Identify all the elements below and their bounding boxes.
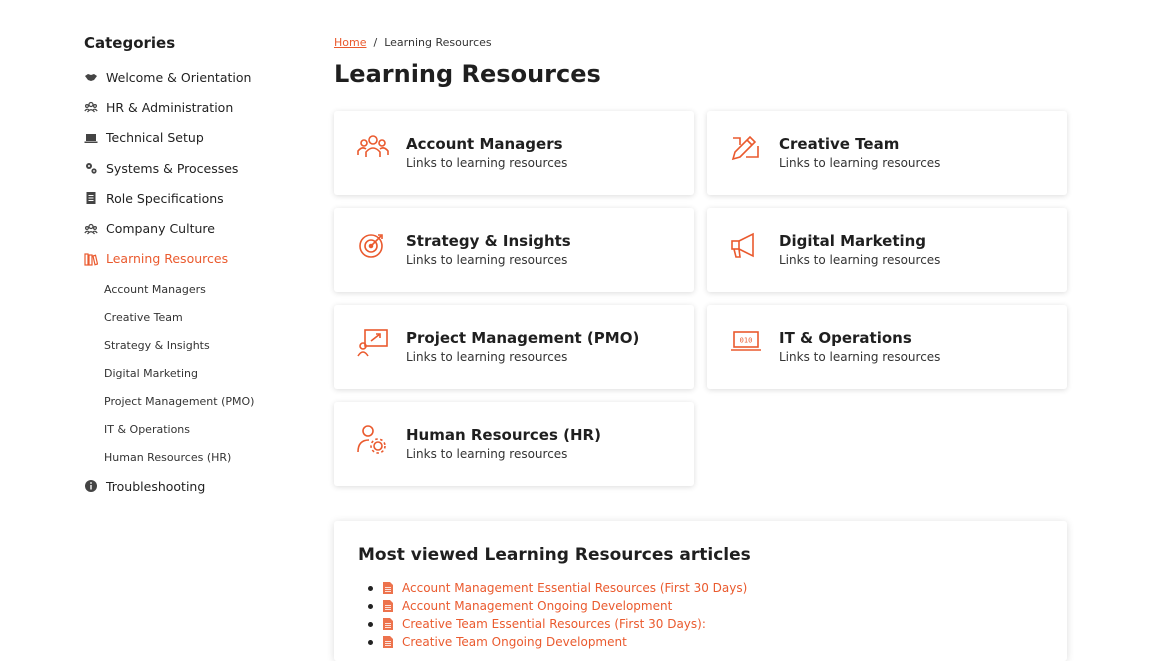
- article-link[interactable]: Creative Team Ongoing Development: [368, 633, 747, 651]
- document-icon: [383, 618, 393, 630]
- card-subtitle: Links to learning resources: [779, 350, 941, 364]
- article-link[interactable]: Creative Team Essential Resources (First…: [368, 615, 747, 633]
- sidebar-subitem-account-managers[interactable]: Account Managers: [104, 275, 304, 303]
- books-icon: [84, 252, 98, 266]
- sidebar-item-label: Company Culture: [106, 221, 215, 237]
- sidebar-item-hr-admin[interactable]: HR & Administration: [84, 92, 304, 122]
- card-subtitle: Links to learning resources: [406, 447, 568, 461]
- breadcrumb-home-link[interactable]: Home: [334, 36, 366, 49]
- sidebar-subitem-strategy[interactable]: Strategy & Insights: [104, 331, 304, 359]
- handshake-icon: [84, 70, 98, 84]
- main-content: Home / Learning Resources Learning Resou…: [334, 34, 1067, 486]
- card-subtitle: Links to learning resources: [406, 350, 568, 364]
- sidebar-subitems: Account Managers Creative Team Strategy …: [84, 275, 304, 471]
- pencil-ruler-icon: [729, 133, 763, 163]
- breadcrumb-current: Learning Resources: [384, 35, 492, 49]
- document-icon: [383, 600, 393, 612]
- card-title: IT & Operations: [779, 329, 912, 347]
- card-title: Account Managers: [406, 135, 563, 153]
- most-viewed-panel: Most viewed Learning Resources articles …: [334, 521, 1067, 661]
- article-link[interactable]: Account Management Essential Resources (…: [368, 579, 747, 597]
- sidebar-item-label: Role Specifications: [106, 190, 224, 206]
- sidebar-item-label: HR & Administration: [106, 99, 234, 115]
- sidebar-subitem-hr[interactable]: Human Resources (HR): [104, 443, 304, 471]
- people-icon: [84, 100, 98, 114]
- card-title: Human Resources (HR): [406, 426, 601, 444]
- sidebar-heading: Categories: [84, 34, 176, 52]
- sidebar-item-technical-setup[interactable]: Technical Setup: [84, 123, 304, 153]
- article-title: Account Management Ongoing Development: [402, 599, 673, 613]
- breadcrumb-separator: /: [373, 35, 378, 49]
- card-title: Project Management (PMO): [406, 329, 640, 347]
- sidebar-item-learning-resources[interactable]: Learning Resources: [84, 244, 304, 274]
- card-strategy-insights[interactable]: Strategy & Insights Links to learning re…: [334, 208, 694, 292]
- group-icon: [84, 222, 98, 236]
- bullet: [368, 585, 373, 591]
- user-gear-icon: [356, 424, 390, 454]
- card-subtitle: Links to learning resources: [779, 156, 941, 170]
- document-icon: [383, 582, 393, 594]
- bullet: [368, 639, 373, 645]
- card-it-operations[interactable]: 010 IT & Operations Links to learning re…: [707, 305, 1067, 389]
- card-title: Digital Marketing: [779, 232, 927, 250]
- megaphone-icon: [729, 230, 763, 260]
- presentation-icon: [356, 327, 390, 357]
- card-digital-marketing[interactable]: Digital Marketing Links to learning reso…: [707, 208, 1067, 292]
- laptop-code-icon: 010: [729, 327, 763, 357]
- most-viewed-heading: Most viewed Learning Resources articles: [358, 545, 751, 565]
- card-creative-team[interactable]: Creative Team Links to learning resource…: [707, 111, 1067, 195]
- sidebar-item-welcome[interactable]: Welcome & Orientation: [84, 62, 304, 92]
- page-title: Learning Resources: [334, 60, 601, 88]
- target-icon: [356, 230, 390, 260]
- card-subtitle: Links to learning resources: [406, 253, 568, 267]
- info-icon: [84, 479, 98, 493]
- sidebar-item-systems[interactable]: Systems & Processes: [84, 153, 304, 183]
- svg-text:010: 010: [740, 337, 753, 345]
- sidebar-subitem-digital-marketing[interactable]: Digital Marketing: [104, 359, 304, 387]
- sidebar-item-culture[interactable]: Company Culture: [84, 213, 304, 243]
- sidebar-subitem-creative-team[interactable]: Creative Team: [104, 303, 304, 331]
- card-human-resources[interactable]: Human Resources (HR) Links to learning r…: [334, 402, 694, 486]
- sidebar-item-label: Welcome & Orientation: [106, 69, 252, 85]
- card-subtitle: Links to learning resources: [406, 156, 568, 170]
- breadcrumb: Home / Learning Resources: [334, 34, 1067, 50]
- sidebar-item-label: Learning Resources: [106, 251, 229, 267]
- sidebar-item-role-specs[interactable]: Role Specifications: [84, 183, 304, 213]
- gears-icon: [84, 161, 98, 175]
- sidebar-item-label: Troubleshooting: [106, 478, 206, 494]
- laptop-icon: [84, 131, 98, 145]
- team-icon: [356, 133, 390, 163]
- sidebar-item-label: Technical Setup: [106, 130, 204, 146]
- most-viewed-list: Account Management Essential Resources (…: [368, 579, 747, 651]
- article-link[interactable]: Account Management Ongoing Development: [368, 597, 747, 615]
- sidebar-item-troubleshooting[interactable]: Troubleshooting: [84, 471, 304, 501]
- card-account-managers[interactable]: Account Managers Links to learning resou…: [334, 111, 694, 195]
- card-title: Creative Team: [779, 135, 900, 153]
- document-icon: [383, 636, 393, 648]
- bullet: [368, 621, 373, 627]
- bullet: [368, 603, 373, 609]
- sidebar-subitem-pmo[interactable]: Project Management (PMO): [104, 387, 304, 415]
- card-subtitle: Links to learning resources: [779, 253, 941, 267]
- sidebar-item-label: Systems & Processes: [106, 160, 239, 176]
- card-pmo[interactable]: Project Management (PMO) Links to learni…: [334, 305, 694, 389]
- card-title: Strategy & Insights: [406, 232, 571, 250]
- sidebar-subitem-it-ops[interactable]: IT & Operations: [104, 415, 304, 443]
- article-title: Account Management Essential Resources (…: [402, 581, 748, 595]
- sidebar: Categories Welcome & Orientation HR & Ad…: [84, 34, 304, 501]
- article-title: Creative Team Essential Resources (First…: [402, 617, 706, 631]
- document-icon: [84, 191, 98, 205]
